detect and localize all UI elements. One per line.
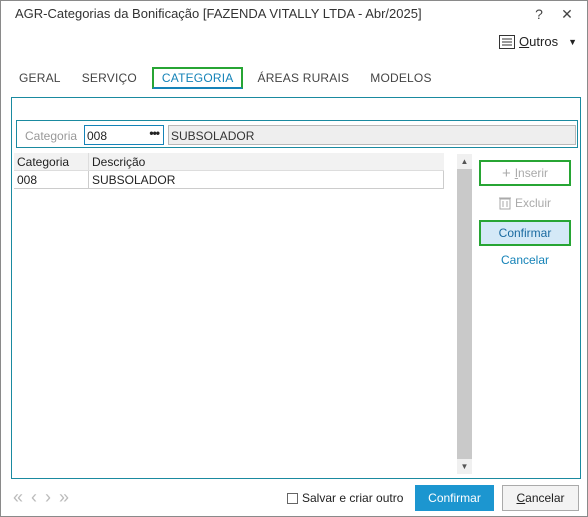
inserir-label: Inserir — [514, 166, 549, 180]
dialog-window: AGR-Categorias da Bonificação [FAZENDA V… — [0, 0, 588, 517]
tab-geral[interactable]: GERAL — [13, 67, 67, 89]
categoria-panel: Categoria 008 ••• SUBSOLADOR Categoria D… — [11, 97, 581, 479]
cell-categoria: 008 — [14, 171, 89, 188]
categoria-code-input[interactable]: 008 ••• — [84, 125, 164, 145]
categoria-description-field: SUBSOLADOR — [168, 125, 576, 145]
column-header-descricao[interactable]: Descrição — [89, 153, 148, 170]
tab-categoria[interactable]: CATEGORIA — [151, 67, 244, 89]
tab-bar: GERAL SERVIÇO CATEGORIA ÁREAS RURAIS MOD… — [13, 63, 447, 89]
title-bar: AGR-Categorias da Bonificação [FAZENDA V… — [1, 1, 587, 27]
cell-descricao: SUBSOLADOR — [92, 173, 176, 187]
window-title: AGR-Categorias da Bonificação [FAZENDA V… — [15, 6, 422, 21]
categoria-code-value: 008 — [87, 129, 108, 143]
grid-header: Categoria Descrição — [14, 153, 444, 171]
excluir-button[interactable]: Excluir — [479, 190, 571, 216]
categoria-filter-label: Categoria — [25, 129, 78, 143]
confirm-button[interactable]: Confirmar — [415, 485, 494, 511]
tab-areas-rurais[interactable]: ÁREAS RURAIS — [251, 67, 355, 89]
filter-row: Categoria 008 ••• SUBSOLADOR — [16, 120, 578, 148]
previous-record-icon[interactable]: ‹ — [31, 487, 37, 508]
outros-menu-button[interactable]: Outros ▼ — [499, 34, 577, 49]
categoria-grid: Categoria Descrição 008 SUBSOLADOR — [14, 153, 444, 189]
outros-label: Outros — [519, 34, 559, 49]
tab-modelos[interactable]: MODELOS — [364, 67, 437, 89]
first-record-icon[interactable]: « — [13, 487, 23, 508]
categoria-description-value: SUBSOLADOR — [171, 129, 255, 143]
excluir-label: Excluir — [514, 196, 551, 210]
help-button[interactable]: ? — [529, 4, 549, 24]
tab-servico[interactable]: SERVIÇO — [76, 67, 143, 89]
chevron-down-icon: ▼ — [568, 36, 577, 47]
column-header-categoria[interactable]: Categoria — [14, 153, 89, 170]
record-navigation: « ‹ › » — [13, 487, 69, 508]
plus-icon: + — [501, 164, 511, 182]
close-button[interactable]: ✕ — [557, 4, 577, 24]
last-record-icon[interactable]: » — [59, 487, 69, 508]
scroll-up-icon[interactable]: ▲ — [457, 154, 472, 169]
next-record-icon[interactable]: › — [45, 487, 51, 508]
lookup-button[interactable]: ••• — [149, 126, 160, 140]
table-row[interactable]: 008 SUBSOLADOR — [14, 171, 444, 189]
vertical-scrollbar[interactable]: ▲ ▼ — [457, 154, 472, 474]
save-and-new-checkbox[interactable]: Salvar e criar outro — [287, 491, 403, 505]
checkbox-box[interactable] — [287, 492, 298, 504]
cancel-button[interactable]: Cancelar — [502, 485, 579, 511]
trash-icon — [498, 197, 511, 210]
scroll-down-icon[interactable]: ▼ — [457, 459, 472, 474]
confirmar-row-button[interactable]: Confirmar — [479, 220, 571, 246]
action-buttons: + Inserir Excluir Confirmar Cancelar — [479, 160, 571, 274]
list-icon — [499, 34, 516, 49]
inserir-button[interactable]: + Inserir — [479, 160, 571, 186]
save-and-new-label: Salvar e criar outro — [302, 491, 404, 505]
cancelar-row-button[interactable]: Cancelar — [479, 250, 571, 270]
